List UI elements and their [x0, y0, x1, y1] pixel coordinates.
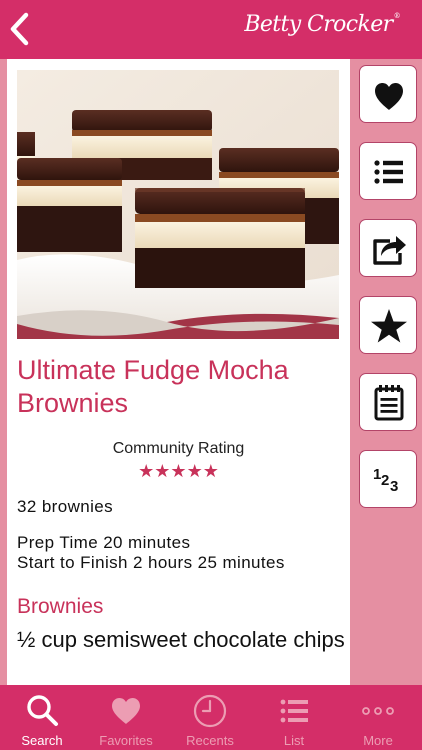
tab-label-more: More	[363, 733, 393, 748]
top-bar: Betty Crocker®	[0, 0, 422, 59]
back-button[interactable]	[6, 9, 40, 49]
numbers-123-icon: 1 2 3	[373, 466, 398, 495]
bottom-tab-bar: Search Favorites Recents List More	[0, 685, 422, 750]
prep-time: Prep Time 20 minutes	[17, 533, 191, 552]
heart-icon	[375, 83, 403, 110]
step-by-step-button[interactable]: 1 2 3	[359, 450, 417, 508]
tab-more[interactable]: More	[336, 685, 420, 750]
tab-recents[interactable]: Recents	[168, 685, 252, 750]
svg-text:2: 2	[381, 472, 389, 489]
more-icon	[362, 707, 394, 715]
favorite-button[interactable]	[359, 65, 417, 123]
tab-label-recents: Recents	[186, 733, 234, 748]
search-icon	[27, 695, 58, 726]
notes-button[interactable]	[359, 373, 417, 431]
tab-label-favorites: Favorites	[99, 733, 153, 748]
share-button[interactable]	[359, 219, 417, 277]
brand-name: Betty Crocker	[244, 12, 393, 37]
star-icon	[371, 309, 407, 343]
svg-text:3: 3	[390, 478, 398, 495]
chevron-left-icon	[10, 12, 29, 46]
recipe-photo	[17, 70, 339, 339]
heart-icon	[112, 698, 140, 724]
start-to-finish-time: Start to Finish 2 hours 25 minutes	[17, 553, 285, 572]
rate-button[interactable]	[359, 296, 417, 354]
clock-icon	[193, 694, 227, 728]
tab-favorites[interactable]: Favorites	[84, 685, 168, 750]
betty-crocker-logo: Betty Crocker®	[244, 12, 400, 37]
rating-label: Community Rating	[112, 440, 245, 457]
share-icon	[373, 236, 406, 265]
tab-list[interactable]: List	[252, 685, 336, 750]
list-icon	[374, 160, 403, 184]
tab-label-list: List	[283, 733, 305, 748]
recipe-card: Ultimate Fudge Mocha Brownies Community …	[7, 59, 350, 685]
tab-label-search: Search	[21, 733, 63, 748]
rating-stars: ★★★★★	[138, 461, 219, 482]
list-icon	[280, 699, 308, 723]
recipe-title: Ultimate Fudge Mocha Brownies	[17, 355, 289, 418]
ingredients-section-heading: Brownies	[17, 595, 104, 618]
notepad-icon	[374, 385, 404, 421]
shopping-list-button[interactable]	[359, 142, 417, 200]
tab-search[interactable]: Search	[0, 685, 84, 750]
recipe-yield: 32 brownies	[17, 497, 114, 516]
ingredient-item: ½ cup semisweet chocolate chips	[17, 627, 345, 652]
registered-mark: ®	[393, 12, 401, 20]
